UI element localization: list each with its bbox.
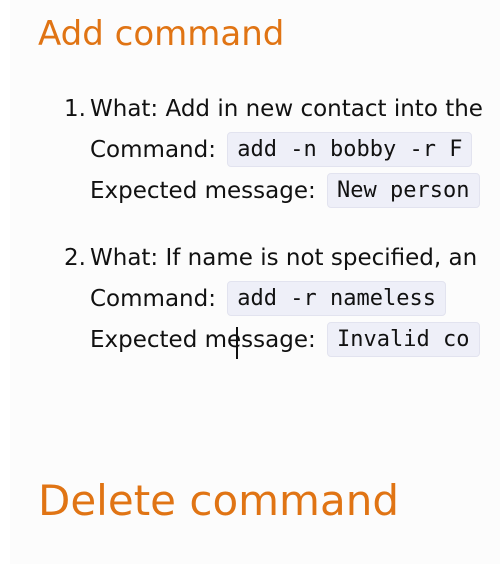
command-code: add -r nameless <box>227 281 446 316</box>
expected-line: Expected message: New person <box>58 173 500 215</box>
what-text: What: Add in new contact into the <box>90 96 483 122</box>
list-number: 2. <box>64 245 86 271</box>
what-line: 1. What: Add in new contact into the <box>58 92 500 133</box>
document-body: Add command 1. What: Add in new contact … <box>10 0 500 564</box>
text-cursor <box>236 327 238 359</box>
expected-label: Expected message: <box>90 327 316 353</box>
list-number: 1. <box>64 96 86 122</box>
command-code: add -n bobby -r F <box>227 132 473 167</box>
what-text: What: If name is not specified, an <box>90 245 478 271</box>
expected-message-code: Invalid co <box>327 322 480 357</box>
what-line: 2. What: If name is not specified, an <box>58 241 500 282</box>
command-line: Command: add -r nameless <box>58 281 500 323</box>
expected-label: Expected message: <box>90 178 316 204</box>
page: Add command 1. What: Add in new contact … <box>0 0 500 564</box>
list-item: 1. What: Add in new contact into the Com… <box>58 92 500 215</box>
delete-command-heading: Delete command <box>38 476 399 525</box>
list-item: 2. What: If name is not specified, an Co… <box>58 241 500 364</box>
command-line: Command: add -n bobby -r F <box>58 132 500 174</box>
command-label: Command: <box>90 286 216 312</box>
command-label: Command: <box>90 137 216 163</box>
expected-message-code: New person <box>327 173 480 208</box>
add-command-heading: Add command <box>38 14 285 54</box>
expected-line: Expected message: Invalid co <box>58 322 500 364</box>
